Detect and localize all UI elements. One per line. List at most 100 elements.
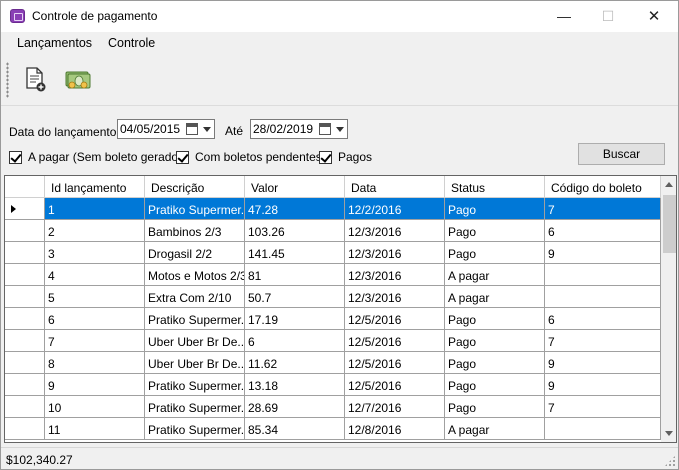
checkbox-boletos-pendentes[interactable]: Com boletos pendentes: [176, 150, 322, 164]
cell-status[interactable]: Pago: [445, 374, 545, 396]
cell-descricao[interactable]: Pratiko Supermer...: [145, 308, 245, 330]
cell-id[interactable]: 9: [45, 374, 145, 396]
row-header[interactable]: [5, 242, 45, 264]
cell-codigo-boleto[interactable]: [545, 418, 661, 440]
cell-valor[interactable]: 6: [245, 330, 345, 352]
row-header[interactable]: [5, 396, 45, 418]
cell-codigo-boleto[interactable]: 6: [545, 308, 661, 330]
cell-valor[interactable]: 103.26: [245, 220, 345, 242]
table-row[interactable]: 11 Pratiko Supermer... 85.34 12/8/2016 A pag…: [5, 418, 661, 440]
cell-id[interactable]: 3: [45, 242, 145, 264]
cell-status[interactable]: A pagar: [445, 418, 545, 440]
cell-valor[interactable]: 50.7: [245, 286, 345, 308]
cell-data[interactable]: 12/2/2016: [345, 198, 445, 220]
maximize-button[interactable]: ☐: [585, 1, 631, 31]
cell-status[interactable]: Pago: [445, 308, 545, 330]
resize-grip-icon[interactable]: [664, 455, 676, 467]
cell-data[interactable]: 12/3/2016: [345, 220, 445, 242]
cell-id[interactable]: 10: [45, 396, 145, 418]
close-button[interactable]: ✕: [631, 1, 677, 31]
row-header[interactable]: [5, 330, 45, 352]
cell-descricao[interactable]: Bambinos 2/3: [145, 220, 245, 242]
payments-grid[interactable]: Id lançamento Descrição Valor Data Statu…: [4, 175, 677, 443]
cell-descricao[interactable]: Motos e Motos 2/3: [145, 264, 245, 286]
row-header[interactable]: [5, 352, 45, 374]
cell-status[interactable]: Pago: [445, 330, 545, 352]
cell-codigo-boleto[interactable]: 7: [545, 330, 661, 352]
cell-descricao[interactable]: Pratiko Supermer...: [145, 374, 245, 396]
cell-id[interactable]: 1: [45, 198, 145, 220]
cell-codigo-boleto[interactable]: 7: [545, 198, 661, 220]
calendar-icon[interactable]: [319, 123, 331, 135]
cell-descricao[interactable]: Extra Com 2/10: [145, 286, 245, 308]
date-to-picker[interactable]: 28/02/2019: [250, 119, 348, 139]
cell-codigo-boleto[interactable]: 7: [545, 396, 661, 418]
search-button[interactable]: Buscar: [578, 143, 665, 165]
table-row[interactable]: 9 Pratiko Supermer... 13.18 12/5/2016 Pago 9: [5, 374, 661, 396]
chevron-down-icon[interactable]: [336, 127, 344, 132]
cell-descricao[interactable]: Uber Uber Br De...: [145, 330, 245, 352]
cell-codigo-boleto[interactable]: 9: [545, 242, 661, 264]
cell-valor[interactable]: 13.18: [245, 374, 345, 396]
cell-id[interactable]: 5: [45, 286, 145, 308]
table-row[interactable]: 7 Uber Uber Br De... 6 12/5/2016 Pago 7: [5, 330, 661, 352]
table-row[interactable]: 2 Bambinos 2/3 103.26 12/3/2016 Pago 6: [5, 220, 661, 242]
cell-id[interactable]: 8: [45, 352, 145, 374]
cell-id[interactable]: 2: [45, 220, 145, 242]
cell-descricao[interactable]: Drogasil 2/2: [145, 242, 245, 264]
cell-status[interactable]: Pago: [445, 352, 545, 374]
cell-data[interactable]: 12/3/2016: [345, 242, 445, 264]
row-header[interactable]: [5, 198, 45, 220]
checkbox-checked-icon[interactable]: [319, 150, 332, 164]
table-row[interactable]: 6 Pratiko Supermer... 17.19 12/5/2016 Pago 6: [5, 308, 661, 330]
cell-valor[interactable]: 17.19: [245, 308, 345, 330]
table-row[interactable]: 10 Pratiko Supermer... 28.69 12/7/2016 Pago 7: [5, 396, 661, 418]
table-row[interactable]: 8 Uber Uber Br De... 11.62 12/5/2016 Pago 9: [5, 352, 661, 374]
cell-id[interactable]: 11: [45, 418, 145, 440]
minimize-button[interactable]: —: [541, 1, 587, 31]
row-header[interactable]: [5, 308, 45, 330]
column-header-status[interactable]: Status: [445, 176, 545, 198]
checkbox-checked-icon[interactable]: [9, 150, 22, 164]
cell-data[interactable]: 12/5/2016: [345, 352, 445, 374]
column-header-descricao[interactable]: Descrição: [145, 176, 245, 198]
row-header[interactable]: [5, 220, 45, 242]
cell-id[interactable]: 4: [45, 264, 145, 286]
cell-descricao[interactable]: Uber Uber Br De...: [145, 352, 245, 374]
menu-controle[interactable]: Controle: [108, 36, 155, 50]
cell-codigo-boleto[interactable]: 9: [545, 374, 661, 396]
scrollbar-thumb[interactable]: [663, 195, 676, 253]
cell-status[interactable]: A pagar: [445, 286, 545, 308]
cell-status[interactable]: Pago: [445, 198, 545, 220]
cell-id[interactable]: 7: [45, 330, 145, 352]
vertical-scrollbar[interactable]: [661, 176, 676, 442]
column-header-id[interactable]: Id lançamento: [45, 176, 145, 198]
table-row[interactable]: 5 Extra Com 2/10 50.7 12/3/2016 A pagar: [5, 286, 661, 308]
cell-data[interactable]: 12/3/2016: [345, 286, 445, 308]
cell-valor[interactable]: 28.69: [245, 396, 345, 418]
row-header[interactable]: [5, 374, 45, 396]
column-header-data[interactable]: Data: [345, 176, 445, 198]
cell-status[interactable]: A pagar: [445, 264, 545, 286]
calendar-icon[interactable]: [186, 123, 198, 135]
table-row[interactable]: 3 Drogasil 2/2 141.45 12/3/2016 Pago 9: [5, 242, 661, 264]
cell-data[interactable]: 12/8/2016: [345, 418, 445, 440]
scroll-up-icon[interactable]: [661, 176, 676, 193]
new-document-icon[interactable]: [22, 65, 50, 93]
cell-data[interactable]: 12/3/2016: [345, 264, 445, 286]
cell-valor[interactable]: 141.45: [245, 242, 345, 264]
scroll-down-icon[interactable]: [661, 425, 676, 442]
checkbox-checked-icon[interactable]: [176, 150, 189, 164]
cell-codigo-boleto[interactable]: 9: [545, 352, 661, 374]
row-header[interactable]: [5, 418, 45, 440]
column-header-codigo-boleto[interactable]: Código do boleto: [545, 176, 661, 198]
cell-status[interactable]: Pago: [445, 242, 545, 264]
cell-data[interactable]: 12/5/2016: [345, 308, 445, 330]
cell-valor[interactable]: 85.34: [245, 418, 345, 440]
date-from-picker[interactable]: 04/05/2015: [117, 119, 215, 139]
column-header-valor[interactable]: Valor: [245, 176, 345, 198]
cell-descricao[interactable]: Pratiko Supermer...: [145, 396, 245, 418]
cell-descricao[interactable]: Pratiko Supermer...: [145, 418, 245, 440]
toolbar-grip-icon[interactable]: [6, 62, 9, 98]
row-header[interactable]: [5, 264, 45, 286]
